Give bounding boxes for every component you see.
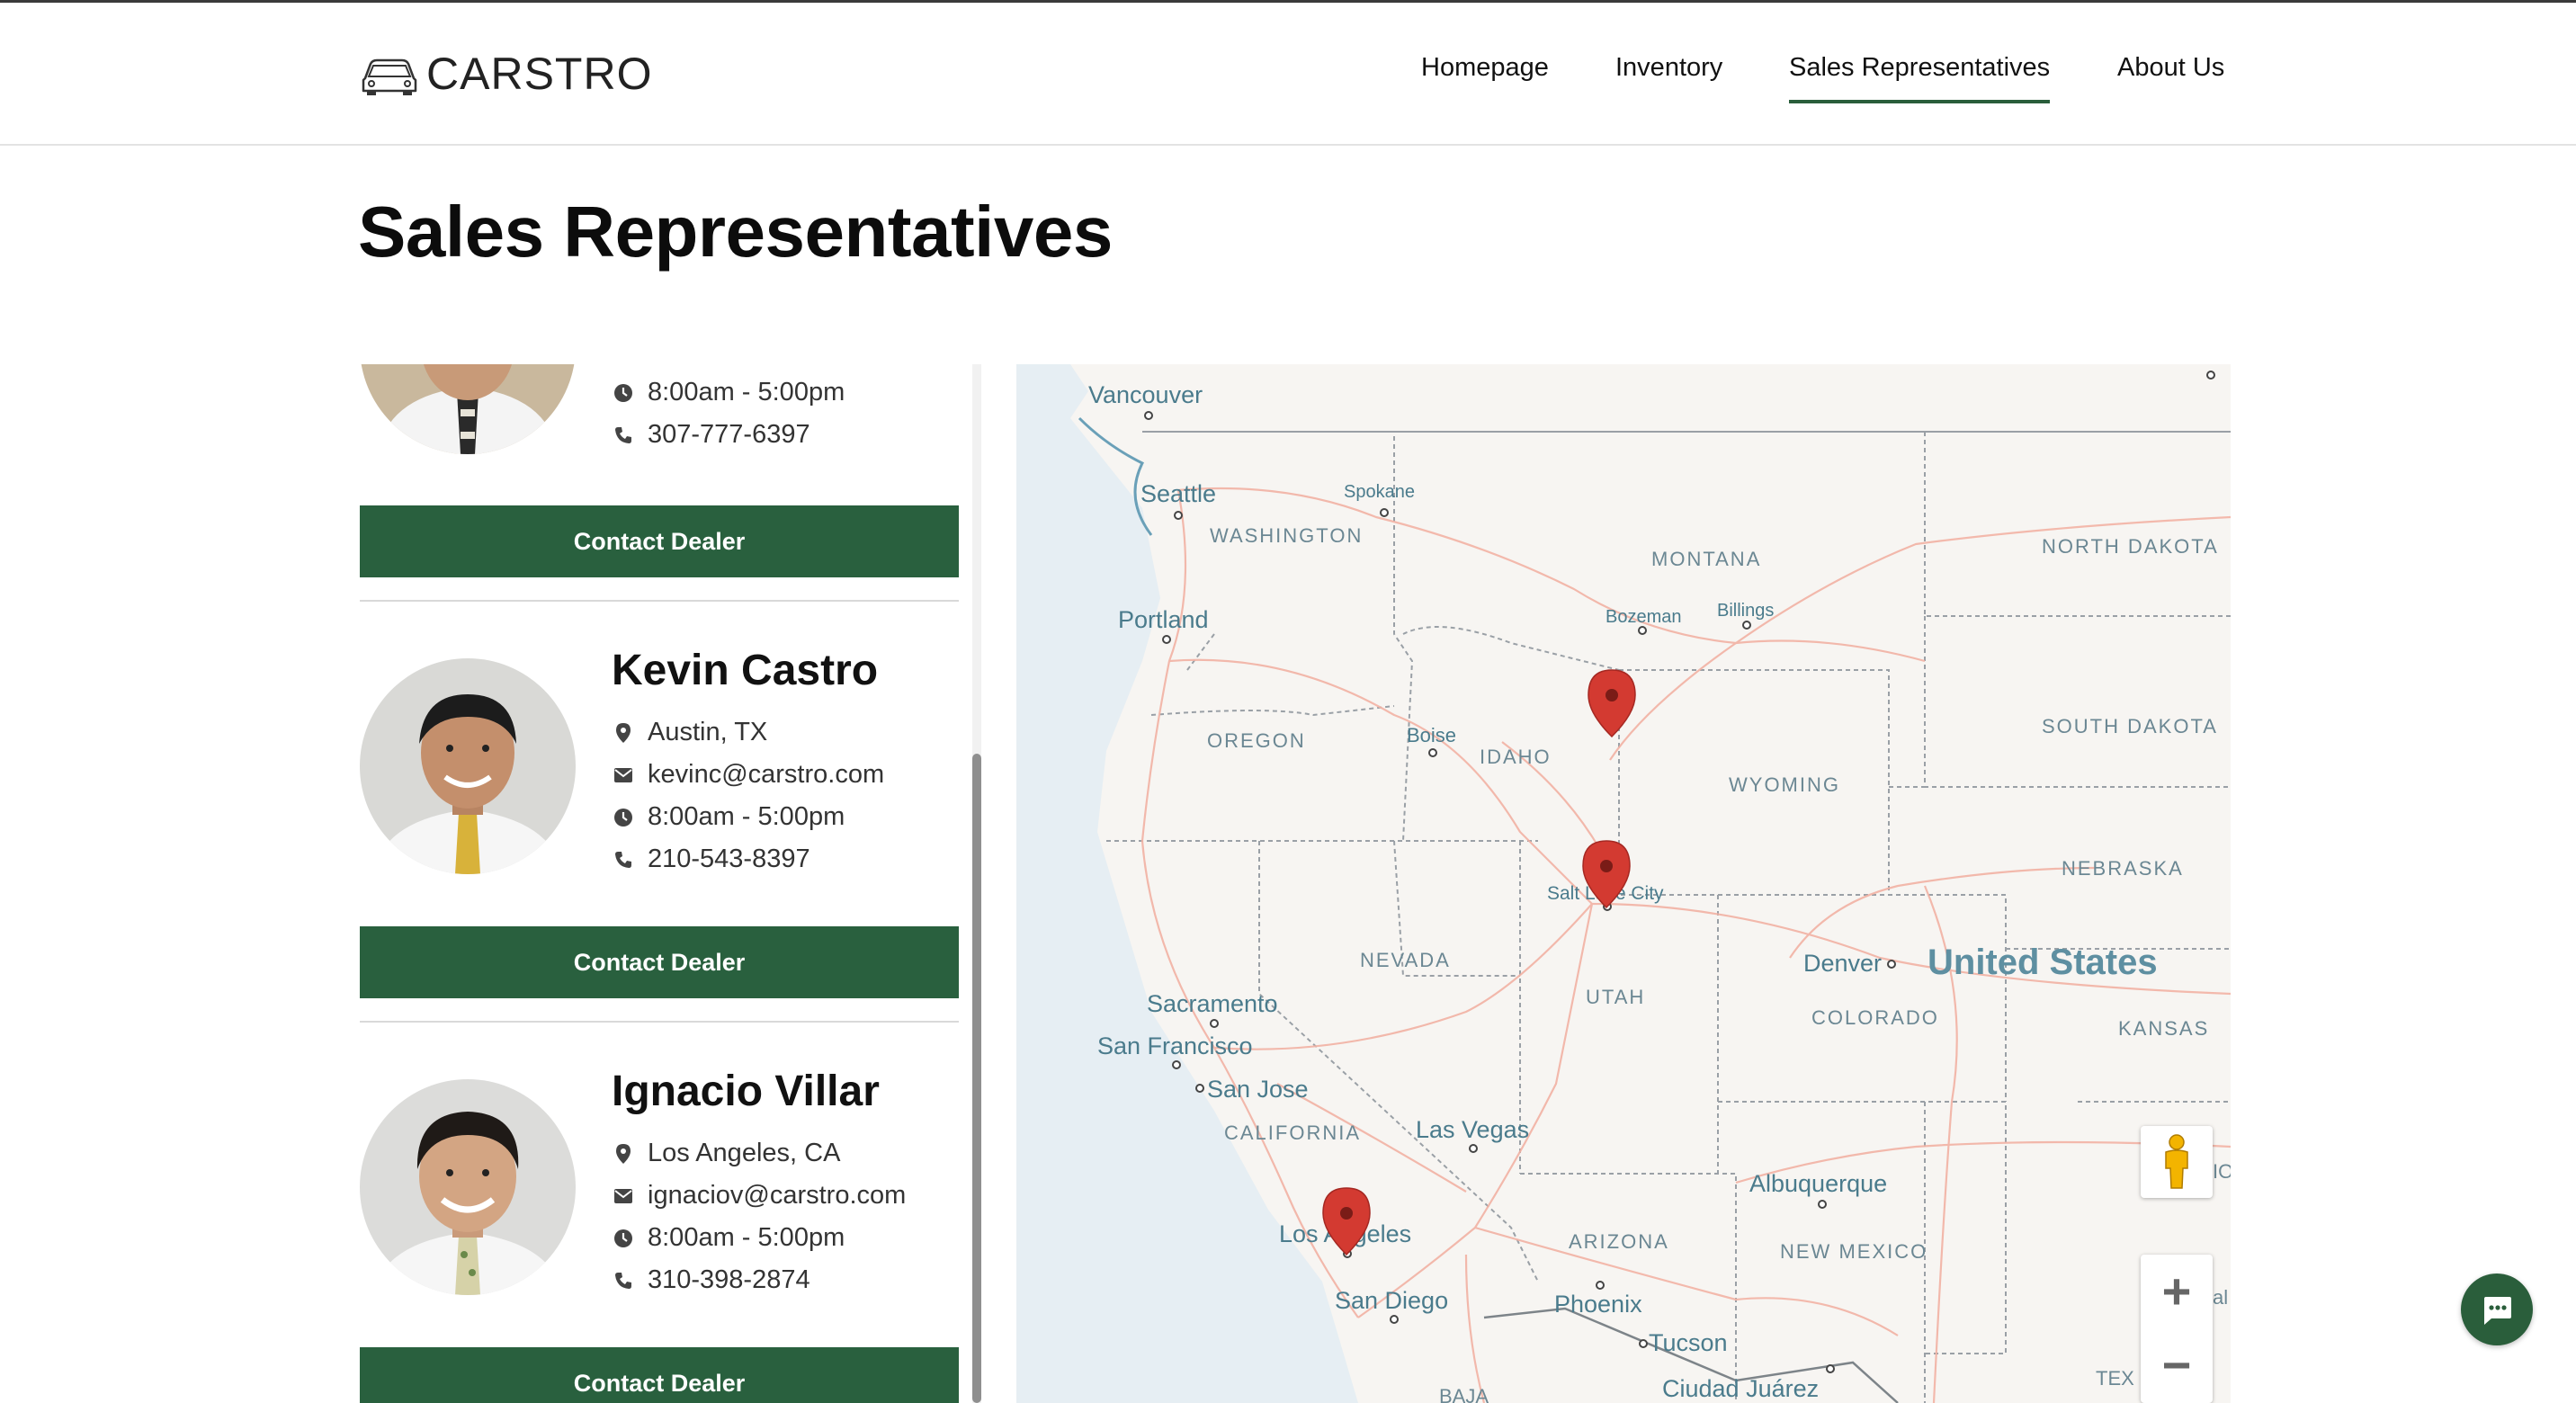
map-label-las-vegas: Las Vegas xyxy=(1416,1116,1529,1143)
nav-homepage[interactable]: Homepage xyxy=(1421,53,1549,98)
map-partial-label: BAJA xyxy=(1439,1385,1489,1403)
map-label-boise: Boise xyxy=(1407,724,1456,746)
rep-name: Ignacio Villar xyxy=(612,1068,880,1115)
street-view-button[interactable] xyxy=(2141,1126,2213,1198)
map-label-san-diego: San Diego xyxy=(1335,1287,1448,1314)
map-partial-label: TEX xyxy=(2096,1367,2134,1390)
rep-phone: 307-777-6397 xyxy=(612,420,810,450)
envelope-icon xyxy=(612,1188,635,1204)
divider xyxy=(360,600,959,602)
map-state-utah: UTAH xyxy=(1586,986,1645,1008)
clock-icon xyxy=(612,808,635,827)
clock-icon xyxy=(612,383,635,403)
map-state-north-dakota: NORTH DAKOTA xyxy=(2042,535,2219,558)
nav-inventory[interactable]: Inventory xyxy=(1615,53,1722,98)
map-label-seattle: Seattle xyxy=(1140,480,1216,507)
map-label-vancouver: Vancouver xyxy=(1088,381,1203,408)
map-state-south-dakota: SOUTH DAKOTA xyxy=(2042,715,2218,737)
clock-icon xyxy=(612,1229,635,1248)
rep-name: Kevin Castro xyxy=(612,647,879,694)
map-label-tucson: Tucson xyxy=(1649,1329,1728,1356)
car-icon xyxy=(362,58,417,95)
phone-icon xyxy=(612,425,635,445)
map-pin-icon xyxy=(612,1143,635,1165)
contact-dealer-button[interactable]: Contact Dealer xyxy=(360,505,959,577)
map-label-sacramento: Sacramento xyxy=(1147,990,1278,1017)
page-title: Sales Representatives xyxy=(358,192,1113,272)
rep-email: ignaciov@carstro.com xyxy=(612,1181,906,1211)
rep-email: kevinc@carstro.com xyxy=(612,760,884,790)
avatar xyxy=(360,364,576,454)
nav-sales-representatives[interactable]: Sales Representatives xyxy=(1789,53,2051,103)
map-state-colorado: COLORADO xyxy=(1811,1006,1939,1029)
map-label-bozeman: Bozeman xyxy=(1606,607,1682,627)
map-label-san-francisco: San Francisco xyxy=(1097,1032,1253,1059)
map-label-phoenix: Phoenix xyxy=(1554,1291,1642,1318)
map-state-nevada: NEVADA xyxy=(1360,949,1451,971)
map-state-montana: MONTANA xyxy=(1651,548,1761,570)
map-state-wyoming: WYOMING xyxy=(1729,773,1840,796)
map-canvas[interactable]: Vancouver Seattle Spokane Portland Bozem… xyxy=(1016,364,2231,1403)
rep-location: Los Angeles, CA xyxy=(612,1139,840,1168)
map-label-denver: Denver xyxy=(1803,950,1882,977)
map-label-san-jose: San Jose xyxy=(1207,1076,1309,1103)
divider xyxy=(360,1021,959,1023)
site-header: CARSTRO Homepage Inventory Sales Represe… xyxy=(0,3,2576,146)
map-state-arizona: ARIZONA xyxy=(1569,1230,1669,1253)
map-zoom-control: + − xyxy=(2141,1255,2213,1403)
rep-phone: 210-543-8397 xyxy=(612,844,810,874)
map-pin-icon xyxy=(612,722,635,744)
rep-hours: 8:00am - 5:00pm xyxy=(612,802,845,832)
list-scrollbar-thumb[interactable] xyxy=(972,754,981,1403)
avatar xyxy=(360,1079,576,1295)
map-state-new-mexico: NEW MEXICO xyxy=(1780,1240,1928,1263)
envelope-icon xyxy=(612,767,635,783)
chat-button[interactable] xyxy=(2461,1273,2533,1345)
map-label-albuquerque: Albuquerque xyxy=(1749,1170,1887,1197)
brand-name: CARSTRO xyxy=(426,49,653,99)
contact-dealer-button[interactable]: Contact Dealer xyxy=(360,926,959,998)
map-state-california: CALIFORNIA xyxy=(1224,1122,1361,1144)
map-state-nebraska: NEBRASKA xyxy=(2062,857,2184,880)
map-state-kansas: KANSAS xyxy=(2118,1017,2209,1040)
map-label-billings: Billings xyxy=(1717,601,1774,621)
pegman-icon xyxy=(2165,1134,2188,1189)
brand-logo[interactable]: CARSTRO xyxy=(360,48,652,100)
map-partial-label: IO xyxy=(2213,1160,2231,1183)
phone-icon xyxy=(612,1271,635,1291)
phone-icon xyxy=(612,850,635,870)
avatar xyxy=(360,658,576,874)
map-label-portland: Portland xyxy=(1118,606,1209,633)
map-partial-label: al xyxy=(2213,1286,2228,1309)
map-country-label: United States xyxy=(1928,943,2158,982)
map-state-oregon: OREGON xyxy=(1207,729,1306,752)
zoom-out-button[interactable]: − xyxy=(2141,1328,2213,1400)
map-view[interactable]: Vancouver Seattle Spokane Portland Bozem… xyxy=(1016,364,2231,1403)
sales-rep-list[interactable]: 8:00am - 5:00pm 307-777-6397 Contact Dea… xyxy=(360,364,964,1403)
map-label-ciudad-juarez: Ciudad Juárez xyxy=(1662,1375,1819,1402)
rep-location: Austin, TX xyxy=(612,718,767,747)
map-marker-icon[interactable] xyxy=(1588,669,1636,738)
contact-dealer-button[interactable]: Contact Dealer xyxy=(360,1347,959,1403)
map-label-spokane: Spokane xyxy=(1344,482,1415,502)
rep-hours: 8:00am - 5:00pm xyxy=(612,378,845,407)
chat-icon xyxy=(2484,1297,2511,1325)
rep-phone: 310-398-2874 xyxy=(612,1265,810,1295)
map-state-idaho: IDAHO xyxy=(1480,746,1552,768)
map-state-washington: WASHINGTON xyxy=(1210,524,1363,547)
nav-about-us[interactable]: About Us xyxy=(2117,53,2224,98)
rep-hours: 8:00am - 5:00pm xyxy=(612,1223,845,1253)
zoom-in-button[interactable]: + xyxy=(2141,1255,2213,1327)
